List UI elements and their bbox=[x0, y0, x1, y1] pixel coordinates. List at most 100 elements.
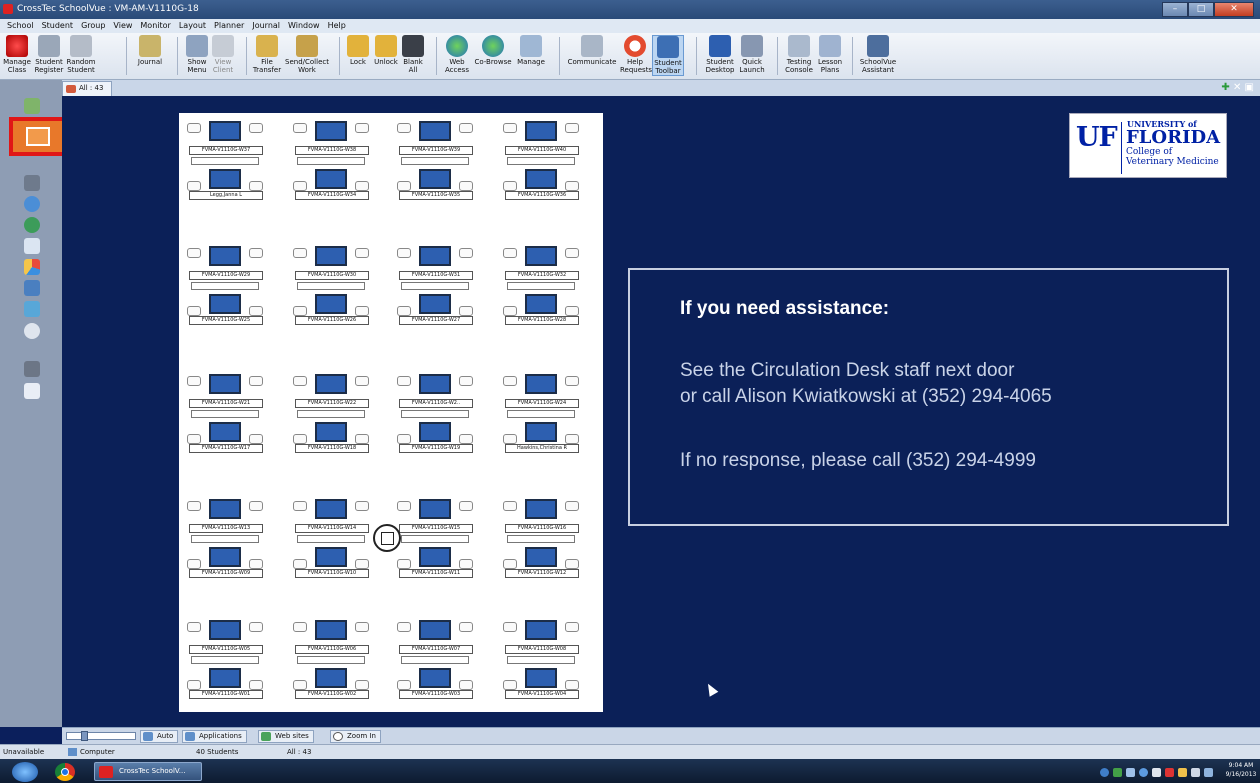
zoom-in-button[interactable]: Zoom In bbox=[330, 730, 381, 743]
workstation-screen[interactable] bbox=[315, 499, 347, 519]
taskbar-clock[interactable]: 9:04 AM 9/16/2013 bbox=[1224, 761, 1258, 779]
workstation-screen[interactable] bbox=[525, 246, 557, 266]
zoom-slider[interactable] bbox=[66, 731, 136, 741]
student-desk[interactable]: FVMA-V1110G-W29 FVMA-V1110G-W25 bbox=[185, 244, 265, 330]
workstation-screen[interactable] bbox=[525, 422, 557, 442]
workstation-screen[interactable] bbox=[419, 294, 451, 314]
workstation-screen[interactable] bbox=[209, 374, 241, 394]
tray-flag-icon[interactable] bbox=[1165, 768, 1174, 777]
workstation-screen[interactable] bbox=[315, 374, 347, 394]
workstation-screen[interactable] bbox=[419, 668, 451, 688]
add-tab-icon[interactable]: ✚ bbox=[1221, 82, 1229, 93]
application-icon[interactable] bbox=[24, 238, 40, 254]
lesson-plans-button[interactable]: Lesson Plans bbox=[816, 35, 844, 74]
menu-planner[interactable]: Planner bbox=[210, 19, 248, 33]
volume-icon[interactable] bbox=[1191, 768, 1200, 777]
show-menu-button[interactable]: Show Menu bbox=[183, 35, 211, 74]
student-toolbar-button[interactable]: Student Toolbar bbox=[652, 35, 684, 76]
workstation-screen[interactable] bbox=[209, 668, 241, 688]
tray-info-icon[interactable] bbox=[1139, 768, 1148, 777]
web-icon[interactable] bbox=[24, 217, 40, 233]
student-register-button[interactable]: Student Register bbox=[34, 35, 64, 74]
workstation-screen[interactable] bbox=[525, 620, 557, 640]
journal-button[interactable]: Journal bbox=[135, 35, 165, 66]
workstation-screen[interactable] bbox=[315, 620, 347, 640]
testing-console-button[interactable]: Testing Console bbox=[784, 35, 814, 74]
student-desk[interactable]: FVMA-V1110G-W16 FVMA-V1110G-W12 bbox=[501, 497, 581, 583]
student-desk[interactable]: FVMA-V1110G-W06 FVMA-V1110G-W02 bbox=[291, 618, 371, 704]
student-desk[interactable]: FVMA-V1110G-W21 FVMA-V1110G-W17 bbox=[185, 372, 265, 458]
help-icon[interactable] bbox=[24, 196, 40, 212]
audio-icon[interactable] bbox=[24, 175, 40, 191]
workstation-screen[interactable] bbox=[419, 374, 451, 394]
student-desk[interactable]: FVMA-V1110G-W31 FVMA-V1110G-W27 bbox=[395, 244, 475, 330]
home-icon[interactable] bbox=[24, 98, 40, 114]
auto-button[interactable]: Auto bbox=[140, 730, 179, 743]
student-desk[interactable]: FVMA-V1110G-W38 FVMA-V1110G-W34 bbox=[291, 119, 371, 205]
student-desk[interactable]: FVMA-V1110G-W39 FVMA-V1110G-W35 bbox=[395, 119, 475, 205]
workstation-screen[interactable] bbox=[315, 668, 347, 688]
student-desk[interactable]: FVMA-V1110G-W14 FVMA-V1110G-W10 bbox=[291, 497, 371, 583]
student-desk[interactable]: FVMA-V1110G-W22 FVMA-V1110G-W18 bbox=[291, 372, 371, 458]
web-access-button[interactable]: Web Access bbox=[443, 35, 471, 74]
close-button[interactable]: ✕ bbox=[1214, 2, 1254, 17]
users-icon[interactable] bbox=[24, 301, 40, 317]
start-button[interactable] bbox=[12, 762, 38, 782]
workstation-screen[interactable] bbox=[315, 121, 347, 141]
tray-display-icon[interactable] bbox=[1204, 768, 1213, 777]
schoolvue-assistant-button[interactable]: SchoolVue Assistant bbox=[856, 35, 900, 74]
student-desk[interactable]: FVMA-V1110G-W13 FVMA-V1110G-W09 bbox=[185, 497, 265, 583]
student-desk[interactable]: FVMA-V1110G-W32 FVMA-V1110G-W28 bbox=[501, 244, 581, 330]
workstation-screen[interactable] bbox=[525, 169, 557, 189]
workstation-screen[interactable] bbox=[209, 620, 241, 640]
menu-student[interactable]: Student bbox=[38, 19, 78, 33]
workstation-screen[interactable] bbox=[209, 169, 241, 189]
tray-network-icon[interactable] bbox=[1100, 768, 1109, 777]
workstation-screen[interactable] bbox=[419, 547, 451, 567]
disc-icon[interactable] bbox=[24, 323, 40, 339]
manage-class-button[interactable]: Manage Class bbox=[2, 35, 32, 74]
send-collect-button[interactable]: Send/Collect Work bbox=[285, 35, 329, 74]
workstation-screen[interactable] bbox=[315, 246, 347, 266]
workstation-screen[interactable] bbox=[209, 499, 241, 519]
menu-view[interactable]: View bbox=[109, 19, 136, 33]
menu-help[interactable]: Help bbox=[324, 19, 350, 33]
monitor-graph-icon[interactable] bbox=[24, 383, 40, 399]
taskbar-schoolvue[interactable]: CrossTec SchoolV... bbox=[94, 762, 202, 781]
workstation-screen[interactable] bbox=[525, 374, 557, 394]
blank-all-button[interactable]: Blank All bbox=[401, 35, 425, 74]
tab-all[interactable]: All : 43 bbox=[62, 81, 112, 96]
workstation-screen[interactable] bbox=[315, 547, 347, 567]
workstation-screen[interactable] bbox=[419, 246, 451, 266]
web-sites-button[interactable]: Web sites bbox=[258, 730, 314, 743]
menu-monitor[interactable]: Monitor bbox=[136, 19, 174, 33]
tray-action-icon[interactable] bbox=[1178, 768, 1187, 777]
view-client-button[interactable]: View Client bbox=[211, 35, 235, 74]
workstation-screen[interactable] bbox=[315, 422, 347, 442]
student-desk[interactable]: FVMA-V1110G-W07 FVMA-V1110G-W03 bbox=[395, 618, 475, 704]
tray-sync-icon[interactable] bbox=[1113, 768, 1122, 777]
workstation-screen[interactable] bbox=[209, 121, 241, 141]
workstation-screen[interactable] bbox=[315, 294, 347, 314]
menu-group[interactable]: Group bbox=[77, 19, 109, 33]
unlock-button[interactable]: Unlock bbox=[372, 35, 400, 66]
student-desk[interactable]: FVMA-V1110G-W30 FVMA-V1110G-W26 bbox=[291, 244, 371, 330]
menu-layout[interactable]: Layout bbox=[175, 19, 210, 33]
student-desk[interactable]: FVMA-V1110G-W24 Hawkins,Christina R bbox=[501, 372, 581, 458]
student-desk[interactable]: FVMA-V1110G-W05 FVMA-V1110G-W01 bbox=[185, 618, 265, 704]
student-desk[interactable]: FVMA-V1110G-W40 FVMA-V1110G-W36 bbox=[501, 119, 581, 205]
chart-icon[interactable] bbox=[24, 259, 40, 275]
student-desk[interactable]: FVMA-V1110G-W15 FVMA-V1110G-W11 bbox=[395, 497, 475, 583]
maximize-button[interactable]: □ bbox=[1188, 2, 1214, 17]
student-desk[interactable]: FVMA-V1110G-W2.. FVMA-V1110G-W19 bbox=[395, 372, 475, 458]
workstation-screen[interactable] bbox=[419, 620, 451, 640]
workstation-screen[interactable] bbox=[525, 547, 557, 567]
tab-menu-icon[interactable]: ▣ bbox=[1245, 82, 1254, 93]
workstation-screen[interactable] bbox=[525, 499, 557, 519]
workstation-screen[interactable] bbox=[315, 169, 347, 189]
device-icon[interactable] bbox=[24, 361, 40, 377]
workstation-screen[interactable] bbox=[419, 121, 451, 141]
co-browse-button[interactable]: Co-Browse bbox=[473, 35, 513, 66]
file-transfer-button[interactable]: File Transfer bbox=[252, 35, 282, 74]
workstation-screen[interactable] bbox=[209, 294, 241, 314]
